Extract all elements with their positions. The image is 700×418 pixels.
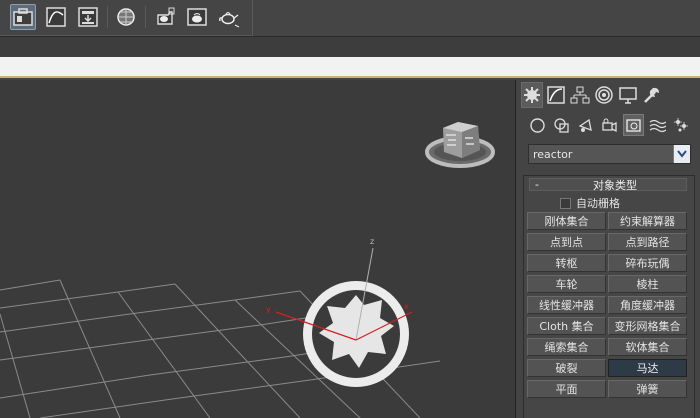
gizmo-z-label: z (370, 237, 374, 246)
shapes-icon[interactable] (551, 114, 572, 136)
object-type-button[interactable]: 平面 (527, 380, 606, 398)
toolbar-separator (107, 6, 108, 28)
object-type-button[interactable]: 变形网格集合 (608, 317, 687, 335)
curve-editor-icon[interactable] (43, 4, 69, 30)
ribbon-bar (0, 57, 700, 78)
schematic-view-icon[interactable] (75, 4, 101, 30)
systems-icon[interactable] (671, 114, 692, 136)
toolbar-separator (145, 6, 146, 28)
object-type-button[interactable]: 碎布玩偶 (608, 254, 687, 272)
object-type-button[interactable]: Cloth 集合 (527, 317, 606, 335)
chevron-down-icon[interactable] (673, 145, 690, 163)
lights-icon[interactable] (575, 114, 596, 136)
rollout-title: 对象类型 (593, 178, 637, 192)
object-type-button[interactable]: 点到点 (527, 233, 606, 251)
motion-tab-icon[interactable] (593, 82, 615, 108)
create-tab-icon[interactable] (521, 82, 543, 108)
autogrid-label: 自动栅格 (576, 197, 620, 210)
main-toolbar (0, 0, 700, 36)
rendered-frame-icon[interactable] (184, 4, 210, 30)
object-type-button[interactable]: 破裂 (527, 359, 606, 377)
object-type-button[interactable]: 线性缓冲器 (527, 296, 606, 314)
cameras-icon[interactable] (599, 114, 620, 136)
checkbox-box[interactable] (560, 197, 571, 209)
hierarchy-tab-icon[interactable] (569, 82, 591, 108)
create-subcategories (527, 114, 692, 138)
render-setup-icon[interactable] (152, 4, 178, 30)
command-panel: reactor - 对象类型 自动栅格 刚体集合 约束解算器 点到点 点到路径 转枢 碎布… (517, 80, 700, 418)
gizmo-y-label: y (266, 305, 271, 314)
object-type-button[interactable]: 角度缓冲器 (608, 296, 687, 314)
toolbar-group (0, 0, 253, 36)
briefcase-icon[interactable] (10, 4, 36, 30)
object-type-rollout: - 对象类型 自动栅格 刚体集合 约束解算器 点到点 点到路径 转枢 碎布玩偶 车轮 棱柱 线性… (523, 175, 695, 418)
modify-tab-icon[interactable] (545, 82, 567, 108)
utilities-tab-icon[interactable] (641, 82, 663, 108)
autogrid-checkbox[interactable]: 自动栅格 (560, 195, 620, 211)
object-type-button[interactable]: 棱柱 (608, 275, 687, 293)
ribbon-strip (0, 36, 700, 57)
rollout-header[interactable]: - 对象类型 (529, 178, 687, 192)
object-type-button[interactable]: 软体集合 (608, 338, 687, 356)
gizmo-x-label: x (404, 302, 409, 311)
object-type-button[interactable]: 弹簧 (608, 380, 687, 398)
object-type-button[interactable]: 马达 (608, 359, 687, 377)
category-dropdown[interactable]: reactor (528, 144, 691, 164)
motor-object[interactable] (303, 281, 409, 387)
display-tab-icon[interactable] (617, 82, 639, 108)
render-teapot-icon[interactable] (216, 4, 242, 30)
helpers-icon[interactable] (623, 114, 644, 136)
object-type-button[interactable]: 点到路径 (608, 233, 687, 251)
command-panel-tabs (521, 82, 663, 108)
collapse-toggle[interactable]: - (530, 178, 544, 191)
object-type-button[interactable]: 绳索集合 (527, 338, 606, 356)
viewport-scene: z y x (0, 122, 495, 418)
viewcube[interactable] (425, 122, 495, 168)
object-type-button[interactable]: 车轮 (527, 275, 606, 293)
space-warps-icon[interactable] (647, 114, 668, 136)
perspective-viewport[interactable]: z y x (0, 80, 516, 418)
geometry-icon[interactable] (527, 114, 548, 136)
material-editor-icon[interactable] (113, 4, 139, 30)
object-type-button[interactable]: 转枢 (527, 254, 606, 272)
object-type-button[interactable]: 约束解算器 (608, 212, 687, 230)
object-type-button[interactable]: 刚体集合 (527, 212, 606, 230)
category-value: reactor (533, 147, 573, 161)
